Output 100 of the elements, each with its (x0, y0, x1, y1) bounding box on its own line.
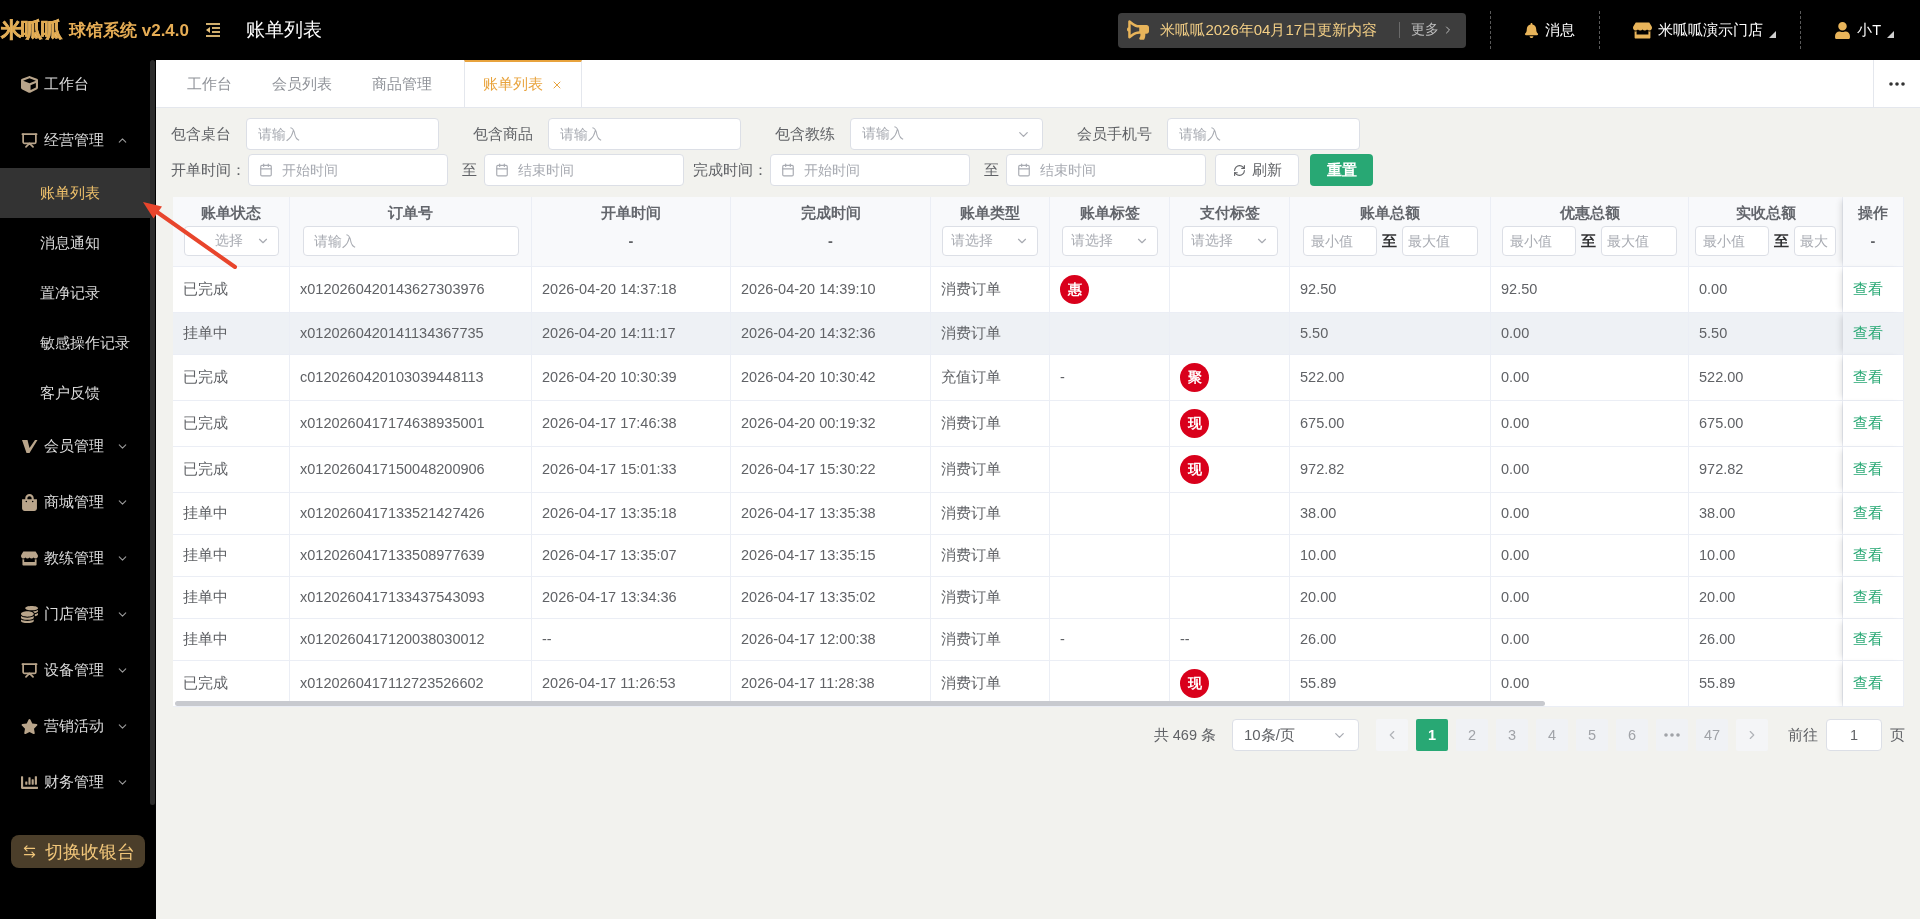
table-cell: 0.00 (1491, 355, 1689, 401)
table-cell: 972.82 (1689, 447, 1843, 493)
table-cell: 5.50 (1689, 313, 1843, 355)
sidebar-item[interactable]: 营销活动 (0, 698, 150, 754)
menu-item[interactable]: 账单列表 (0, 168, 150, 218)
calendar-icon (781, 163, 795, 177)
table-cell: 2026-04-17 15:01:33 (532, 447, 731, 493)
table-row[interactable]: 已完成 x0120260417174638935001 2026-04-17 17:46:38 2026-04-20 00:19:32 消费订单 现 675.00 0.00 675.00 查看 (173, 401, 1904, 447)
table-row[interactable]: 已完成 x0120260417150048200906 2026-04-17 15:01:33 2026-04-17 15:30:22 消费订单 现 972.82 0.00 972.82 查看 (173, 447, 1904, 493)
page-input[interactable]: 1 (1826, 719, 1882, 751)
refresh-button[interactable]: 刷新 (1215, 154, 1299, 186)
date-field[interactable]: 结束时间 (1006, 154, 1206, 186)
page-size-select[interactable]: 10条/页 (1232, 719, 1359, 751)
text-input[interactable]: 请输入 (302, 226, 519, 256)
store-switcher[interactable]: 米呱呱演示门店 (1633, 20, 1777, 40)
switch-register-button[interactable]: 切换收银台 (11, 835, 145, 868)
dash-text: - (828, 232, 833, 251)
table-row[interactable]: 挂单中 x0120260417120038030012 -- 2026-04-17 12:00:38 消费订单 - -- 26.00 0.00 26.00 查看 (173, 619, 1904, 661)
table-row[interactable]: 已完成 c0120260420103039448113 2026-04-20 10:30:39 2026-04-20 10:30:42 充值订单 - 聚 522.00 0.00 522.00 查看 (173, 355, 1904, 401)
shopping-bag-icon (21, 493, 38, 511)
v-mark-icon (21, 437, 38, 455)
date-field[interactable]: 结束时间 (484, 154, 684, 186)
table-cell: 2026-04-17 13:35:02 (731, 577, 931, 619)
min-input[interactable]: 最小值 (1502, 226, 1576, 256)
table-cell: x0120260420143627303976 (290, 267, 532, 313)
max-input[interactable]: 最大值 (1601, 226, 1677, 256)
table-cell: 消费订单 (931, 267, 1050, 313)
column-title: 订单号 (386, 204, 434, 223)
star-icon (21, 717, 38, 735)
prev-page-button[interactable] (1376, 719, 1408, 751)
table-cell: 972.82 (1290, 447, 1491, 493)
table-cell: 0.00 (1491, 535, 1689, 577)
table-row[interactable]: 挂单中 x0120260417133521427426 2026-04-17 13:35:18 2026-04-17 13:35:38 消费订单 38.00 0.00 38.00 查看 (173, 493, 1904, 535)
min-input[interactable]: 最小值 (1302, 226, 1377, 256)
table-cell: 消费订单 (931, 447, 1050, 493)
filter-label: 包含商品 (473, 124, 533, 144)
notice-text[interactable]: 米呱呱2026年04月17日更新内容 (1160, 20, 1378, 40)
menu-item[interactable]: 客户反馈 (0, 368, 150, 418)
table-cell: -- (532, 619, 731, 661)
table-cell: 挂单中 (173, 619, 290, 661)
caret-icon (1887, 30, 1894, 38)
table-cell: 38.00 (1689, 493, 1843, 535)
chart-board-icon (21, 131, 38, 149)
text-input[interactable]: 请输入 (1167, 118, 1360, 150)
table-cell: 10.00 (1689, 535, 1843, 577)
scrollbar[interactable] (175, 701, 1545, 706)
refresh-icon (1232, 163, 1246, 177)
calendar-icon (1017, 163, 1031, 177)
menu-item[interactable]: 消息通知 (0, 218, 150, 268)
messages-button[interactable]: 消息 (1524, 20, 1576, 40)
sidebar-item[interactable]: 设备管理 (0, 642, 150, 698)
megaphone-icon (1127, 19, 1150, 41)
sidebar-item[interactable]: 财务管理 (0, 754, 150, 810)
tag-badge: 现 (1180, 409, 1209, 438)
table-cell: x0120260417133521427426 (290, 493, 532, 535)
sidebar-item[interactable]: 教练管理 (0, 530, 150, 586)
range-separator: 至 (462, 160, 477, 180)
text-input[interactable]: 请输入 (548, 118, 741, 150)
sidebar-item[interactable]: 商城管理 (0, 474, 150, 530)
max-input[interactable]: 最大值 (1401, 226, 1478, 256)
table-cell: 0.00 (1491, 493, 1689, 535)
table-row[interactable]: 已完成 x0120260417112723526602 2026-04-17 11:26:53 2026-04-17 11:28:38 消费订单 现 55.89 0.00 55.89 查看 (173, 661, 1904, 707)
max-input[interactable]: 最大 (1794, 226, 1836, 256)
column-title: 账单标签 (1078, 204, 1141, 223)
min-input[interactable]: 最小值 (1695, 226, 1769, 256)
table-cell: 已完成 (173, 401, 290, 447)
sidebar-item[interactable]: 会员管理 (0, 418, 150, 474)
table-row[interactable]: 已完成 x0120260420143627303976 2026-04-20 14:37:18 2026-04-20 14:39:10 消费订单 惠 92.50 92.50 0.00 查看 (173, 267, 1904, 313)
table-row[interactable]: 挂单中 x0120260420141134367735 2026-04-20 14:11:17 2026-04-20 14:32:36 消费订单 5.50 0.00 5.50 查看 (173, 313, 1904, 355)
page-unit: 页 (1890, 725, 1905, 745)
sidebar-item[interactable]: 门店管理 (0, 586, 150, 642)
sidebar-item[interactable]: 经营管理 (0, 112, 150, 168)
table-cell: - (1050, 355, 1170, 401)
text-input[interactable]: 请输入 (246, 118, 439, 150)
menu-item[interactable]: 置净记录 (0, 268, 150, 318)
table-cell: 消费订单 (931, 577, 1050, 619)
user-menu[interactable]: 小T (1834, 20, 1894, 40)
table-cell: 2026-04-17 17:46:38 (532, 401, 731, 447)
scrollbar[interactable] (150, 60, 155, 805)
date-field[interactable]: 开始时间 (770, 154, 970, 186)
table-cell: 2026-04-17 15:30:22 (731, 447, 931, 493)
store-icon (21, 549, 38, 567)
goto-label: 前往 (1788, 725, 1818, 745)
sidebar-item[interactable]: 工作台 (0, 56, 150, 112)
table-cell: 38.00 (1290, 493, 1491, 535)
more-link[interactable]: 更多 (1411, 21, 1455, 39)
menu-fold-icon[interactable] (205, 22, 221, 38)
table-cell: 0.00 (1491, 619, 1689, 661)
table-cell: 已完成 (173, 355, 290, 401)
ellipsis-icon (1889, 81, 1905, 86)
table-cell: 26.00 (1689, 619, 1843, 661)
next-page-button[interactable] (1736, 719, 1768, 751)
column-title: 账单类型 (959, 204, 1021, 223)
table-cell: 消费订单 (931, 619, 1050, 661)
ellipsis-icon (1664, 733, 1680, 737)
table-row[interactable]: 挂单中 x0120260417133508977639 2026-04-17 13:35:07 2026-04-17 13:35:15 消费订单 10.00 0.00 10.00 查看 (173, 535, 1904, 577)
menu-item[interactable]: 敏感操作记录 (0, 318, 150, 368)
date-field[interactable]: 开始时间 (248, 154, 448, 186)
table-row[interactable]: 挂单中 x0120260417133437543093 2026-04-17 13:34:36 2026-04-17 13:35:02 消费订单 20.00 0.00 20.00 查看 (173, 577, 1904, 619)
more-pages-button[interactable] (1656, 719, 1688, 751)
